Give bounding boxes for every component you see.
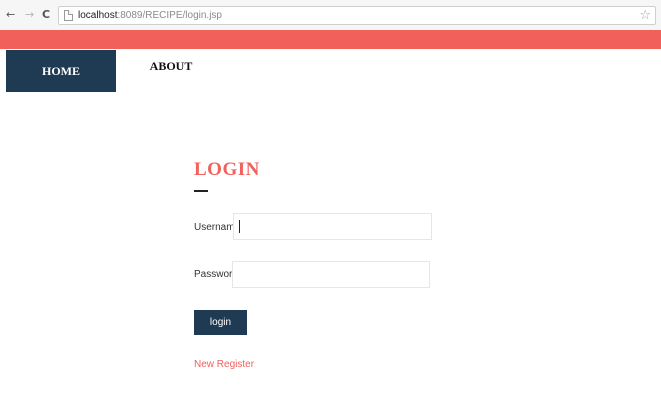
new-register-link[interactable]: New Register (194, 359, 254, 370)
url-host: localhost (78, 10, 118, 21)
main-nav: HOME ABOUT (0, 49, 661, 92)
login-title: LOGIN (194, 159, 260, 180)
reload-icon[interactable]: C (42, 9, 50, 21)
page-icon (64, 10, 73, 21)
nav-item-about[interactable]: ABOUT (131, 45, 211, 88)
login-button[interactable]: login (194, 310, 247, 335)
url-path: :8089/RECIPE/login.jsp (117, 10, 222, 21)
password-input[interactable] (232, 261, 430, 288)
header-accent-bar (0, 30, 661, 49)
browser-toolbar: ← → C localhost:8089/RECIPE/login.jsp ☆ (0, 0, 661, 30)
address-bar[interactable]: localhost:8089/RECIPE/login.jsp ☆ (58, 6, 656, 25)
nav-item-home[interactable]: HOME (6, 50, 116, 92)
address-url[interactable]: localhost:8089/RECIPE/login.jsp (78, 10, 222, 21)
back-arrow-icon[interactable]: ← (6, 9, 15, 21)
title-underline (194, 190, 208, 192)
bookmark-star-icon[interactable]: ☆ (639, 8, 651, 23)
forward-arrow-icon[interactable]: → (25, 9, 34, 21)
username-input[interactable] (233, 213, 432, 240)
text-caret (239, 220, 240, 233)
